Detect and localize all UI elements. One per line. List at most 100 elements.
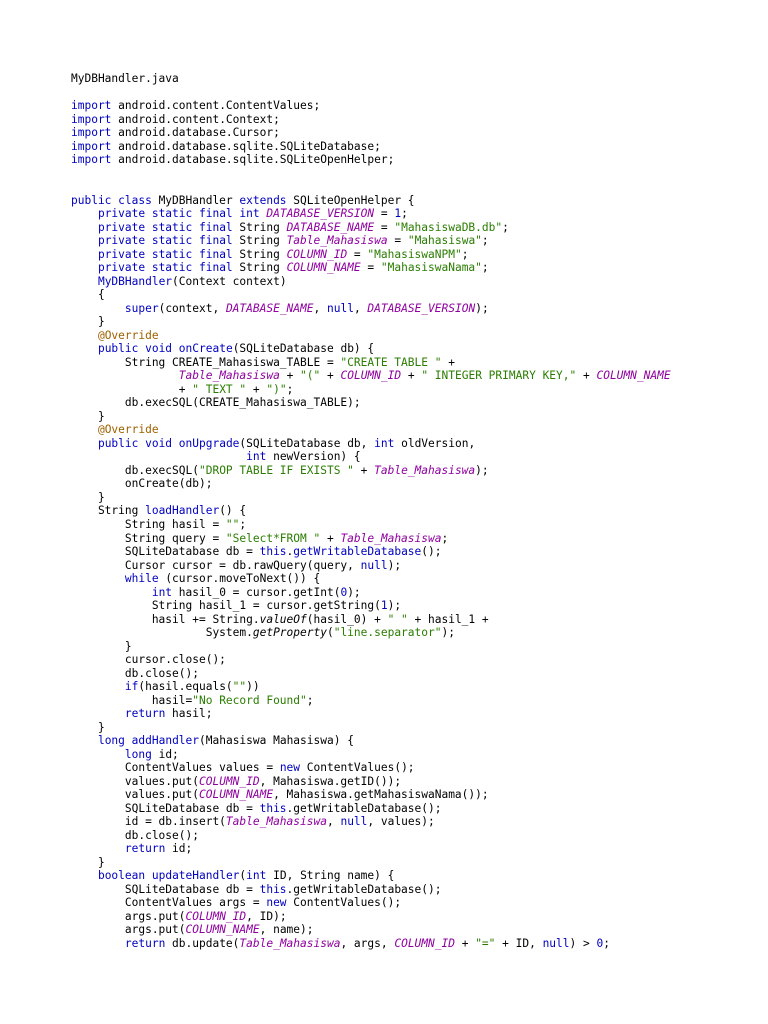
code-keyword: private static final — [97, 234, 233, 248]
code-text: } — [71, 409, 105, 423]
code-static-call: valueOf — [259, 612, 307, 626]
code-line: + " TEXT " + ")"; — [71, 383, 671, 397]
code-text: ContentValues(); — [300, 761, 415, 775]
code-text: oldVersion, — [394, 436, 476, 450]
code-text: args.put( — [71, 923, 186, 937]
code-text: } — [71, 639, 132, 653]
code-string: "=" — [475, 936, 496, 950]
code-line: args.put(COLUMN_ID, ID); — [71, 910, 671, 924]
code-text: (cursor.moveToNext()) { — [158, 572, 321, 586]
code-line: return db.update(Table_Mahasiswa, args, … — [71, 937, 671, 951]
code-text: ); — [387, 558, 402, 572]
code-text: String query = — [71, 531, 226, 545]
code-text: String — [232, 220, 287, 234]
code-text: values.put( — [71, 788, 199, 802]
code-block: import android.content.ContentValues; imp… — [71, 99, 671, 950]
code-line: values.put(COLUMN_NAME, Mahasiswa.getMah… — [71, 788, 671, 802]
code-text: ) > — [569, 936, 597, 950]
code-line: int newVersion) { — [71, 450, 671, 464]
code-text: + — [246, 382, 267, 396]
code-text: db.close(); — [71, 828, 199, 842]
code-line: args.put(COLUMN_NAME, name); — [71, 923, 671, 937]
code-line: String hasil_1 = cursor.getString(1); — [71, 599, 671, 613]
code-text: id; — [151, 747, 179, 761]
code-line: if(hasil.equals("")) — [71, 680, 671, 694]
code-keyword: long — [124, 747, 152, 761]
code-field: COLUMN_NAME — [185, 923, 260, 937]
code-text: values.put( — [71, 774, 199, 788]
code-keyword: while — [124, 572, 159, 586]
code-field: DATABASE_NAME — [286, 220, 375, 234]
code-string: "MahasiswaNama" — [380, 261, 482, 275]
code-keyword: null — [542, 936, 570, 950]
code-keyword: new — [266, 896, 287, 910]
code-text: ; — [401, 207, 408, 221]
code-text: + — [353, 463, 375, 477]
code-field: COLUMN_NAME — [198, 788, 274, 802]
code-keyword: if — [124, 680, 139, 694]
code-text: ( — [326, 626, 334, 640]
code-keyword: private static final — [97, 261, 233, 275]
code-string: "" — [225, 517, 240, 531]
code-text: (SQLiteDatabase db) { — [232, 342, 375, 356]
code-text: ; — [502, 220, 509, 234]
code-text: SQLiteDatabase db = — [71, 801, 260, 815]
code-text: ; — [286, 382, 294, 396]
code-text: import android.content.ContentValues; — [71, 99, 320, 112]
code-text: + — [454, 936, 476, 950]
code-keyword: extends — [239, 193, 287, 207]
code-text: , ID); — [246, 909, 287, 923]
code-keyword: int — [374, 436, 395, 450]
code-string: "" — [232, 680, 247, 694]
code-line: import android.database.sqlite.SQLiteOpe… — [71, 153, 671, 167]
code-line: long id; — [71, 748, 671, 762]
code-line: public void onUpgrade(SQLiteDatabase db,… — [71, 437, 671, 451]
code-method: loadHandler — [145, 504, 220, 518]
code-line: @Override — [71, 423, 671, 437]
code-text: ); — [475, 463, 489, 477]
code-line: MyDBHandler(Context context) — [71, 275, 671, 289]
code-text: ContentValues values = — [71, 761, 280, 775]
code-text: (SQLiteDatabase db, — [239, 436, 375, 450]
code-line: id = db.insert(Table_Mahasiswa, null, va… — [71, 815, 671, 829]
code-text: SQLiteDatabase db = — [71, 545, 260, 559]
code-line: import android.database.sqlite.SQLiteDat… — [71, 140, 671, 154]
code-keyword: this — [259, 545, 287, 559]
code-string: "Select*FROM " — [225, 531, 321, 545]
code-string: "CREATE TABLE " — [340, 355, 442, 369]
code-text: ; — [481, 234, 489, 248]
code-text: ; — [441, 531, 449, 545]
code-text: android.database.sqlite.SQLiteOpenHelper… — [111, 153, 395, 167]
code-text: String — [232, 247, 287, 261]
code-text: + — [401, 369, 422, 383]
code-field: Table_Mahasiswa — [340, 531, 442, 545]
code-text: = — [387, 234, 408, 248]
code-text: + — [441, 355, 455, 369]
code-text: hasil= — [71, 693, 193, 707]
code-line: cursor.close(); — [71, 653, 671, 667]
code-text: = — [374, 220, 395, 234]
code-keyword: import — [71, 153, 112, 167]
code-text: , name); — [259, 923, 314, 937]
code-text: , Mahasiswa.getID()); — [259, 774, 402, 788]
code-text: android.database.Cursor; — [111, 126, 280, 140]
code-text: .getWritableDatabase(); — [286, 882, 442, 896]
code-string: " TEXT " — [192, 382, 247, 396]
code-text: } — [71, 315, 105, 329]
code-line: } — [71, 721, 671, 735]
code-method: MyDBHandler — [97, 274, 173, 288]
code-string: "line.separator" — [333, 626, 442, 640]
code-line: private static final String Table_Mahasi… — [71, 234, 671, 248]
code-annotation: @Override — [97, 328, 159, 342]
code-text: + hasil_1 + — [407, 612, 489, 626]
code-text: = — [374, 207, 395, 221]
code-text: android.content.ContentValues; — [111, 99, 321, 112]
